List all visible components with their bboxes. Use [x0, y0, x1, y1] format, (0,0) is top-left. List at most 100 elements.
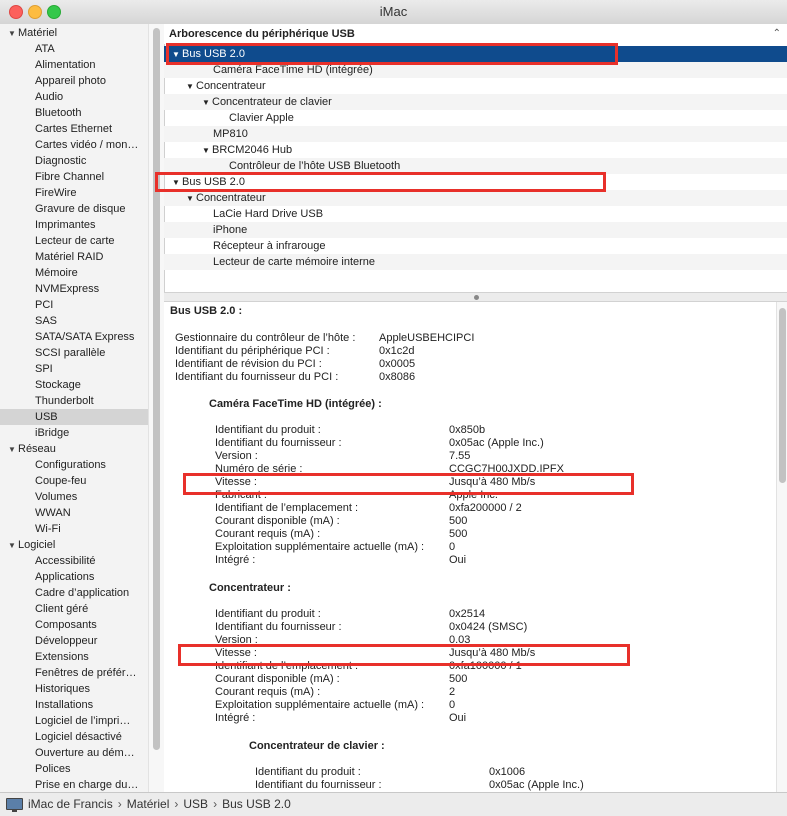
sidebar-item[interactable]: Logiciel désactivé: [0, 729, 148, 745]
sidebar-item[interactable]: Cartes vidéo / mon…: [0, 137, 148, 153]
detail-scroll-thumb[interactable]: [779, 308, 786, 483]
sidebar-item[interactable]: Appareil photo: [0, 73, 148, 89]
sidebar-item[interactable]: Mémoire: [0, 265, 148, 281]
controller-row: Gestionnaire du contrôleur de l’hôte : Ap…: [164, 332, 776, 345]
breadcrumb-separator: ›: [213, 797, 218, 811]
sidebar-item[interactable]: Client géré: [0, 601, 148, 617]
sidebar-group-0[interactable]: ▼ Matériel: [0, 25, 148, 41]
breadcrumb-item[interactable]: Bus USB 2.0: [222, 797, 291, 811]
sidebar-item[interactable]: Lecteur de carte: [0, 233, 148, 249]
tree-row[interactable]: ▼ BRCM2046 Hub: [164, 142, 787, 158]
tree-row[interactable]: iPhone: [164, 222, 787, 238]
sidebar-item[interactable]: Bluetooth: [0, 105, 148, 121]
sidebar-item-label: Matériel RAID: [35, 251, 104, 263]
sidebar-item[interactable]: Installations: [0, 697, 148, 713]
tree-row[interactable]: Caméra FaceTime HD (intégrée): [164, 62, 787, 78]
sidebar-item-label: Configurations: [35, 459, 106, 471]
sidebar-item[interactable]: FireWire: [0, 185, 148, 201]
disclosure-triangle-icon[interactable]: ▼: [186, 191, 196, 207]
disclosure-triangle-icon[interactable]: ▼: [202, 143, 212, 159]
camera-value: CCGC7H00JXDD.IPFX: [449, 463, 564, 475]
sidebar-item[interactable]: Matériel RAID: [0, 249, 148, 265]
sidebar-item[interactable]: Extensions: [0, 649, 148, 665]
sidebar-item-label: Imprimantes: [35, 219, 96, 231]
disclosure-triangle-icon[interactable]: ▼: [8, 538, 18, 553]
split-handle-icon[interactable]: [474, 295, 479, 300]
sidebar-group-1[interactable]: ▼ Réseau: [0, 441, 148, 457]
sidebar-item[interactable]: Alimentation: [0, 57, 148, 73]
tree-row[interactable]: ▼ Bus USB 2.0: [164, 174, 787, 190]
sidebar-item[interactable]: Applications: [0, 569, 148, 585]
tree-row[interactable]: LaCie Hard Drive USB: [164, 206, 787, 222]
tree-row[interactable]: Clavier Apple: [164, 110, 787, 126]
disclosure-triangle-icon[interactable]: ▼: [8, 442, 18, 457]
tree-row[interactable]: Récepteur à infrarouge: [164, 238, 787, 254]
sidebar-item[interactable]: Fibre Channel: [0, 169, 148, 185]
tree-row[interactable]: Lecteur de carte mémoire interne: [164, 254, 787, 270]
sidebar-item[interactable]: Historiques: [0, 681, 148, 697]
sidebar-item-label: Stockage: [35, 379, 81, 391]
tree-row[interactable]: ▼ Concentrateur: [164, 190, 787, 206]
sidebar-item[interactable]: PCI: [0, 297, 148, 313]
sidebar-item[interactable]: NVMExpress: [0, 281, 148, 297]
hub-key: Version :: [215, 634, 258, 646]
sidebar-item[interactable]: Diagnostic: [0, 153, 148, 169]
breadcrumb-item[interactable]: USB: [183, 797, 208, 811]
sidebar-item[interactable]: Composants: [0, 617, 148, 633]
sidebar-item[interactable]: ATA: [0, 41, 148, 57]
hub-value: 0: [449, 699, 456, 711]
sidebar-item[interactable]: Prise en charge du…: [0, 777, 148, 792]
tree-row[interactable]: MP810: [164, 126, 787, 142]
collapse-caret-icon[interactable]: ⌃: [773, 24, 781, 44]
sidebar-item[interactable]: Thunderbolt: [0, 393, 148, 409]
camera-value: 0xfa200000 / 2: [449, 502, 522, 514]
sidebar-item[interactable]: Configurations: [0, 457, 148, 473]
disclosure-triangle-icon[interactable]: ▼: [172, 47, 182, 63]
camera-value: Oui: [449, 554, 467, 566]
sidebar-item[interactable]: Audio: [0, 89, 148, 105]
tree-row-label: MP810: [213, 128, 248, 140]
sidebar-group-2[interactable]: ▼ Logiciel: [0, 537, 148, 553]
sidebar-item[interactable]: SAS: [0, 313, 148, 329]
sidebar-item[interactable]: Coupe-feu: [0, 473, 148, 489]
disclosure-triangle-icon[interactable]: ▼: [202, 95, 212, 111]
sidebar-item[interactable]: Polices: [0, 761, 148, 777]
sidebar-item[interactable]: Fenêtres de préfér…: [0, 665, 148, 681]
disclosure-triangle-icon[interactable]: ▼: [172, 175, 182, 191]
sidebar-item[interactable]: USB: [0, 409, 148, 425]
sidebar-item[interactable]: Volumes: [0, 489, 148, 505]
sidebar-scroll-thumb[interactable]: [153, 28, 160, 750]
sidebar-item[interactable]: Développeur: [0, 633, 148, 649]
sidebar-item-label: Fenêtres de préfér…: [35, 667, 137, 679]
sidebar-item[interactable]: Cartes Ethernet: [0, 121, 148, 137]
detail-title: Bus USB 2.0 :: [170, 305, 243, 317]
sidebar-item[interactable]: Stockage: [0, 377, 148, 393]
sidebar-item[interactable]: SATA/SATA Express: [0, 329, 148, 345]
sidebar-item[interactable]: SPI: [0, 361, 148, 377]
sidebar-item[interactable]: SCSI parallèle: [0, 345, 148, 361]
breadcrumb-item[interactable]: Matériel: [127, 797, 170, 811]
sidebar-item[interactable]: iBridge: [0, 425, 148, 441]
sidebar-item[interactable]: Cadre d’application: [0, 585, 148, 601]
hub-value: 0x2514: [449, 608, 486, 620]
split-divider[interactable]: [164, 292, 787, 302]
tree-row[interactable]: ▼ Concentrateur de clavier: [164, 94, 787, 110]
sidebar-item[interactable]: Gravure de disque: [0, 201, 148, 217]
sidebar-scrollbar[interactable]: [148, 24, 165, 792]
sidebar-item[interactable]: Logiciel de l’impri…: [0, 713, 148, 729]
sidebar-item[interactable]: Accessibilité: [0, 553, 148, 569]
detail-scrollbar[interactable]: [776, 302, 787, 792]
tree-row[interactable]: ▼ Concentrateur: [164, 78, 787, 94]
title-bar[interactable]: iMac: [0, 0, 787, 25]
tree-row[interactable]: ▼ Bus USB 2.0: [164, 46, 787, 62]
disclosure-triangle-icon[interactable]: ▼: [8, 26, 18, 41]
sidebar-item[interactable]: WWAN: [0, 505, 148, 521]
sidebar-item-label: Wi-Fi: [35, 523, 61, 535]
breadcrumb-item[interactable]: iMac de Francis: [28, 797, 113, 811]
keyboard-hub-key: Identifiant du produit :: [255, 766, 361, 778]
disclosure-triangle-icon[interactable]: ▼: [186, 79, 196, 95]
sidebar-item[interactable]: Ouverture au dém…: [0, 745, 148, 761]
sidebar-item[interactable]: Imprimantes: [0, 217, 148, 233]
sidebar-item[interactable]: Wi-Fi: [0, 521, 148, 537]
tree-row[interactable]: Contrôleur de l’hôte USB Bluetooth: [164, 158, 787, 174]
